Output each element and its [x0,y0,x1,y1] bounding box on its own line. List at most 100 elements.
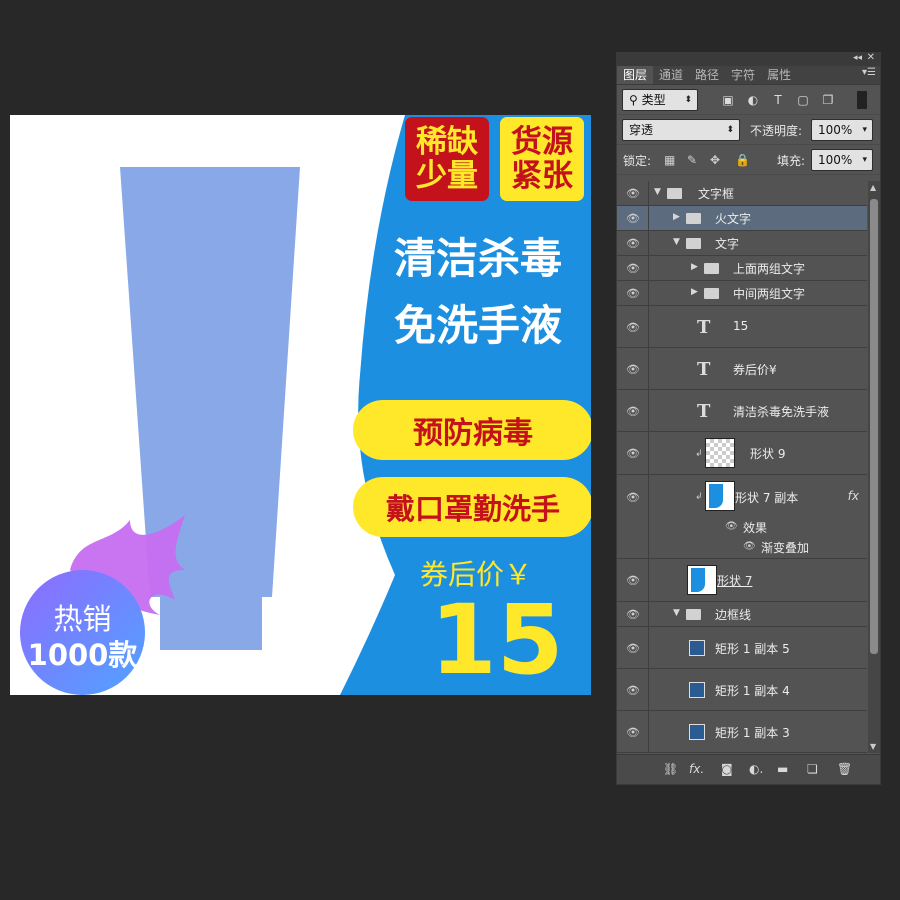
scrollbar-thumb[interactable] [870,199,878,654]
visibility-eye-icon[interactable]: 👁 [626,608,640,621]
adjustment-layer-filter-icon[interactable]: ◐ [745,93,761,107]
clipping-mask-icon: ↲ [695,492,703,502]
visibility-eye-icon[interactable]: 👁 [626,491,640,504]
visibility-eye-icon[interactable]: 👁 [626,642,640,655]
fx-icon[interactable]: fx [848,489,859,503]
lock-position-icon[interactable]: ✥ [710,153,720,167]
tab-properties[interactable]: 属性 [761,66,797,84]
layer-row-rect-copy-5[interactable]: 👁 矩形 1 副本 5 [617,627,867,669]
add-style-fx-icon[interactable]: fx. [689,762,704,776]
filter-kind-select[interactable]: ⚲ 类型 ⬍ [622,89,698,111]
layer-name: 矩形 1 副本 5 [715,641,790,656]
scarce-tag: 稀缺 少量 [405,117,489,201]
search-icon: ⚲ [629,93,642,107]
delete-layer-icon[interactable]: 🗑 [837,762,852,776]
headline-line-2: 免洗手液 [393,301,562,350]
visibility-eye-icon[interactable]: 👁 [626,405,640,418]
fill-label: 填充: [777,154,806,168]
filter-toggle-switch[interactable] [857,91,867,109]
collapse-icon[interactable]: ◂◂ [853,53,862,63]
folder-icon [686,238,701,249]
visibility-eye-icon[interactable]: 👁 [626,363,640,376]
folder-icon [686,213,701,224]
visibility-eye-icon[interactable]: 👁 [626,321,640,334]
scarce-tag-line-2: 少量 [416,158,478,194]
visibility-eye-icon[interactable]: 👁 [626,447,640,460]
panel-menu-icon[interactable]: ▾☰ [862,67,876,78]
supply-tag-line-2: 紧张 [511,158,573,194]
opacity-value: 100% [818,123,853,137]
collapse-arrow-icon[interactable]: ▶ [673,212,680,222]
smart-object-filter-icon[interactable]: ❐ [820,93,836,107]
visibility-eye-icon[interactable]: 👁 [626,237,640,250]
expand-arrow-icon[interactable]: ▼ [654,187,661,197]
canvas-artwork: 稀缺 少量 货源 紧张 清洁杀毒 免洗手液 预防病毒 戴口罩勤洗手 券后价￥ 1… [10,115,591,695]
pixel-layer-filter-icon[interactable]: ▣ [720,93,736,107]
collapse-arrow-icon[interactable]: ▶ [691,287,698,297]
effect-visibility-eye-icon[interactable]: 👁 [725,521,738,532]
layer-name: 中间两组文字 [733,287,806,301]
lock-transparent-pixels-icon[interactable]: ▦ [664,153,675,167]
scroll-down-arrow-icon[interactable]: ▼ [870,742,876,751]
layer-row-shape-7[interactable]: 👁 形状 7 [617,559,867,602]
scarce-tag-line-1: 稀缺 [416,124,478,160]
type-layer-icon: T [697,400,711,422]
scroll-up-arrow-icon[interactable]: ▲ [870,183,876,192]
lock-all-icon[interactable]: 🔒 [735,153,750,167]
panel-tab-row: 图层 通道 路径 字符 属性 ▾☰ [617,66,880,85]
visibility-eye-icon[interactable]: 👁 [626,212,640,225]
layer-row-fire-text[interactable]: 👁 ▶ 火文字 [617,206,867,231]
filter-row: ⚲ 类型 ⬍ ▣ ◐ T ▢ ❐ [617,85,880,115]
layer-row-text-group[interactable]: 👁 ▼ 文字 [617,231,867,256]
visibility-eye-icon[interactable]: 👁 [626,287,640,300]
filter-kind-value: 类型 [641,93,666,107]
stepper-arrow-icon: ⬍ [684,95,692,105]
layer-row-top-text[interactable]: 👁 ▶ 上面两组文字 [617,256,867,281]
add-mask-icon[interactable]: ◙ [721,762,733,776]
visibility-eye-icon[interactable]: 👁 [626,574,640,587]
blend-mode-select[interactable]: 穿透 ⬍ [622,119,740,141]
hot-sale-badge: 热销 1000款 [20,570,145,695]
tab-layers[interactable]: 图层 [617,66,654,84]
shape-thumbnail-icon [689,639,705,656]
layer-name: 形状 7 [717,574,753,588]
type-layer-filter-icon[interactable]: T [770,93,786,107]
shape-thumbnail-icon [689,723,705,740]
opacity-input[interactable]: 100% ▾ [811,119,873,141]
tab-channels[interactable]: 通道 [653,66,689,84]
layer-row-text-coupon[interactable]: 👁 T 券后价¥ [617,348,867,390]
effect-visibility-eye-icon[interactable]: 👁 [743,541,756,552]
visibility-eye-icon[interactable]: 👁 [626,262,640,275]
visibility-eye-icon[interactable]: 👁 [626,726,640,739]
expand-arrow-icon[interactable]: ▼ [673,237,680,247]
fill-input[interactable]: 100% ▾ [811,149,873,171]
layer-row-mid-text[interactable]: 👁 ▶ 中间两组文字 [617,281,867,306]
expand-arrow-icon[interactable]: ▼ [673,608,680,618]
lock-image-pixels-icon[interactable]: ✎ [687,153,697,167]
layer-row-rect-copy-3[interactable]: 👁 矩形 1 副本 3 [617,711,867,753]
collapse-arrow-icon[interactable]: ▶ [691,262,698,272]
link-layers-icon[interactable]: ⛓ [663,762,678,776]
layer-row-text-headline[interactable]: 👁 T 清洁杀毒免洗手液 [617,390,867,432]
layer-row-text-15[interactable]: 👁 T 15 [617,306,867,348]
layer-row-text-frame[interactable]: 👁 ▼ 文字框 [617,181,867,206]
layer-row-rect-copy-4[interactable]: 👁 矩形 1 副本 4 [617,669,867,711]
folder-icon [686,609,701,620]
visibility-eye-icon[interactable]: 👁 [626,187,640,200]
shape-layer-filter-icon[interactable]: ▢ [795,93,811,107]
close-icon[interactable]: ✕ [867,52,875,63]
tab-character[interactable]: 字符 [725,66,761,84]
layer-row-border-group[interactable]: 👁 ▼ 边框线 [617,602,867,627]
visibility-eye-icon[interactable]: 👁 [626,684,640,697]
layer-row-shape-9[interactable]: 👁 ↲ 形状 9 [617,432,867,475]
effects-label: 效果 [743,521,768,535]
new-group-icon[interactable]: ▬ [777,762,788,776]
gradient-overlay-label: 渐变叠加 [761,541,810,555]
layer-list-scrollbar[interactable]: ▲ ▼ [868,181,880,753]
layer-row-shape-7-copy[interactable]: 👁 ↲ 形状 7 副本 fx 👁 效果 👁 渐变叠加 [617,475,867,559]
new-layer-icon[interactable]: ❏ [807,762,818,776]
type-layer-icon: T [697,316,711,338]
tab-paths[interactable]: 路径 [689,66,725,84]
adjustment-layer-icon[interactable]: ◐. [749,762,763,776]
layer-name: 边框线 [715,608,752,622]
